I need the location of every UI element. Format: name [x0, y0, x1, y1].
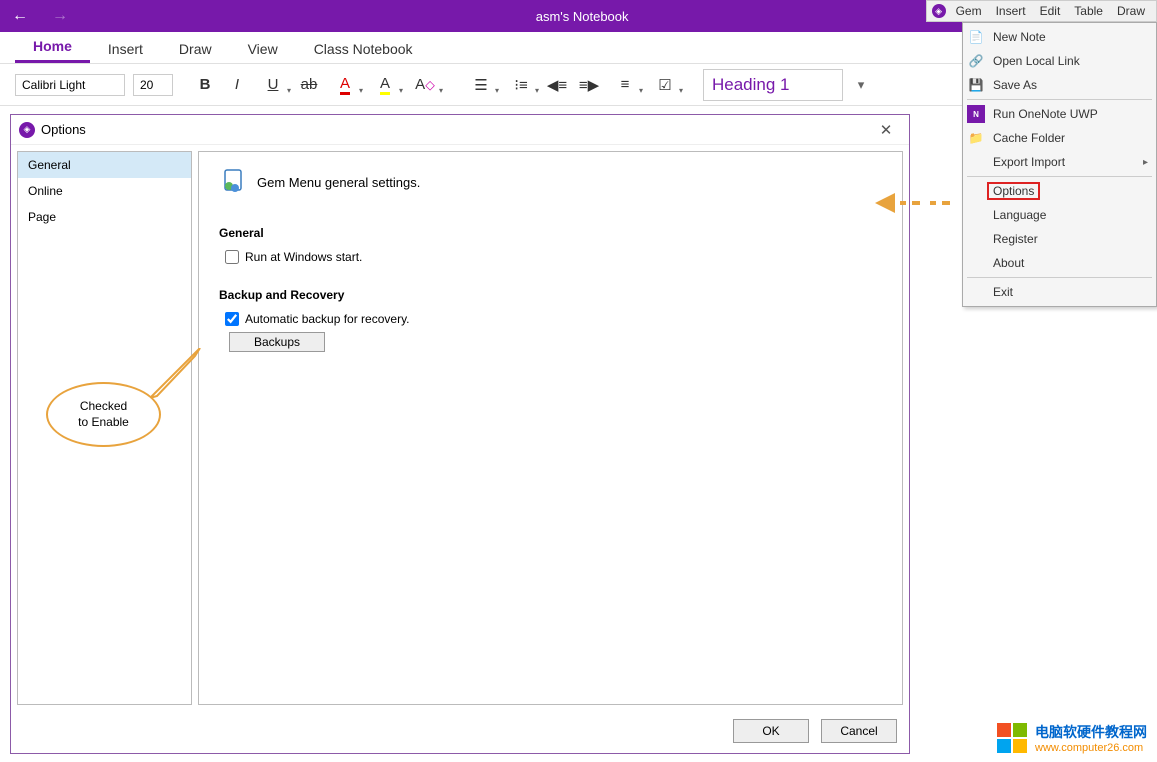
- callout-tail: [145, 348, 205, 403]
- style-select-caret[interactable]: ▾: [851, 77, 871, 93]
- menu-new-note[interactable]: 📄New Note: [963, 25, 1156, 49]
- menu-options[interactable]: Options: [963, 179, 1156, 203]
- tab-class-notebook[interactable]: Class Notebook: [296, 35, 431, 63]
- link-icon: 🔗: [967, 52, 985, 70]
- menu-register[interactable]: Register: [963, 227, 1156, 251]
- outdent-button[interactable]: ◀≡: [541, 71, 573, 99]
- run-at-start-row[interactable]: Run at Windows start.: [225, 250, 882, 264]
- menu-separator: [967, 176, 1152, 177]
- font-color-button[interactable]: A: [325, 71, 365, 99]
- menu-exit[interactable]: Exit: [963, 280, 1156, 304]
- section-backup-title: Backup and Recovery: [219, 288, 882, 302]
- gem-menu-draw[interactable]: Draw: [1111, 2, 1151, 20]
- ok-button[interactable]: OK: [733, 719, 809, 743]
- back-button[interactable]: ←: [0, 0, 40, 32]
- bold-button[interactable]: B: [189, 71, 221, 99]
- tab-view[interactable]: View: [230, 35, 296, 63]
- backups-button[interactable]: Backups: [229, 332, 325, 352]
- gem-dropdown: 📄New Note 🔗Open Local Link 💾Save As NRun…: [962, 22, 1157, 307]
- menu-separator: [967, 99, 1152, 100]
- underline-button[interactable]: U: [253, 71, 293, 99]
- gem-menu-insert[interactable]: Insert: [990, 2, 1032, 20]
- section-general-title: General: [219, 226, 882, 240]
- watermark-title: 电脑软硬件教程网: [1035, 722, 1147, 742]
- run-at-start-label: Run at Windows start.: [245, 250, 362, 264]
- watermark: 电脑软硬件教程网 www.computer26.com: [997, 722, 1147, 754]
- auto-backup-label: Automatic backup for recovery.: [245, 312, 410, 326]
- font-name-input[interactable]: [15, 74, 125, 96]
- align-button[interactable]: ≡: [605, 71, 645, 99]
- gem-menubar: ◈ Gem Insert Edit Table Draw: [926, 0, 1157, 22]
- tab-insert[interactable]: Insert: [90, 35, 161, 63]
- save-icon: 💾: [967, 76, 985, 94]
- style-select-value: Heading 1: [712, 75, 790, 95]
- menu-cache-folder[interactable]: 📁Cache Folder: [963, 126, 1156, 150]
- cancel-button[interactable]: Cancel: [821, 719, 897, 743]
- bullet-list-button[interactable]: ☰: [461, 71, 501, 99]
- highlight-button[interactable]: A: [365, 71, 405, 99]
- dialog-header-text: Gem Menu general settings.: [257, 175, 420, 190]
- run-at-start-checkbox[interactable]: [225, 250, 239, 264]
- menu-save-as[interactable]: 💾Save As: [963, 73, 1156, 97]
- forward-button: →: [40, 0, 80, 32]
- nav-online[interactable]: Online: [18, 178, 191, 204]
- number-list-button[interactable]: ⁝≡: [501, 71, 541, 99]
- watermark-url: www.computer26.com: [1035, 742, 1147, 754]
- menu-run-onenote-uwp[interactable]: NRun OneNote UWP: [963, 102, 1156, 126]
- clear-format-button[interactable]: A◇: [405, 71, 445, 99]
- menu-export-import[interactable]: Export Import: [963, 150, 1156, 174]
- settings-icon: [219, 168, 247, 196]
- dialog-close-button[interactable]: ✕: [871, 121, 901, 139]
- tab-home[interactable]: Home: [15, 32, 90, 63]
- gem-menu-table[interactable]: Table: [1068, 2, 1109, 20]
- italic-button[interactable]: I: [221, 71, 253, 99]
- font-size-input[interactable]: [133, 74, 173, 96]
- indent-button[interactable]: ≡▶: [573, 71, 605, 99]
- onenote-icon: N: [967, 105, 985, 123]
- gem-icon: ◈: [19, 122, 35, 138]
- menu-separator: [967, 277, 1152, 278]
- new-note-icon: 📄: [967, 28, 985, 46]
- strikethrough-button[interactable]: ab: [293, 71, 325, 99]
- windows-logo-icon: [997, 723, 1027, 753]
- gem-menu-gem[interactable]: Gem: [950, 2, 988, 20]
- gem-icon: ◈: [932, 4, 946, 18]
- auto-backup-checkbox[interactable]: [225, 312, 239, 326]
- gem-menu-edit[interactable]: Edit: [1034, 2, 1067, 20]
- dialog-title: Options: [41, 122, 86, 137]
- menu-language[interactable]: Language: [963, 203, 1156, 227]
- style-select[interactable]: Heading 1: [703, 69, 843, 101]
- menu-about[interactable]: About: [963, 251, 1156, 275]
- nav-general[interactable]: General: [18, 152, 191, 178]
- auto-backup-row[interactable]: Automatic backup for recovery.: [225, 312, 882, 326]
- menu-open-local-link[interactable]: 🔗Open Local Link: [963, 49, 1156, 73]
- callout-checked-to-enable: Checked to Enable: [46, 382, 161, 447]
- dialog-content: Gem Menu general settings. General Run a…: [198, 151, 903, 705]
- todo-button[interactable]: ☑: [645, 71, 685, 99]
- dialog-titlebar: ◈ Options ✕: [11, 115, 909, 145]
- annotation-arrow: [875, 188, 955, 218]
- tab-draw[interactable]: Draw: [161, 35, 230, 63]
- nav-page[interactable]: Page: [18, 204, 191, 230]
- folder-icon: 📁: [967, 129, 985, 147]
